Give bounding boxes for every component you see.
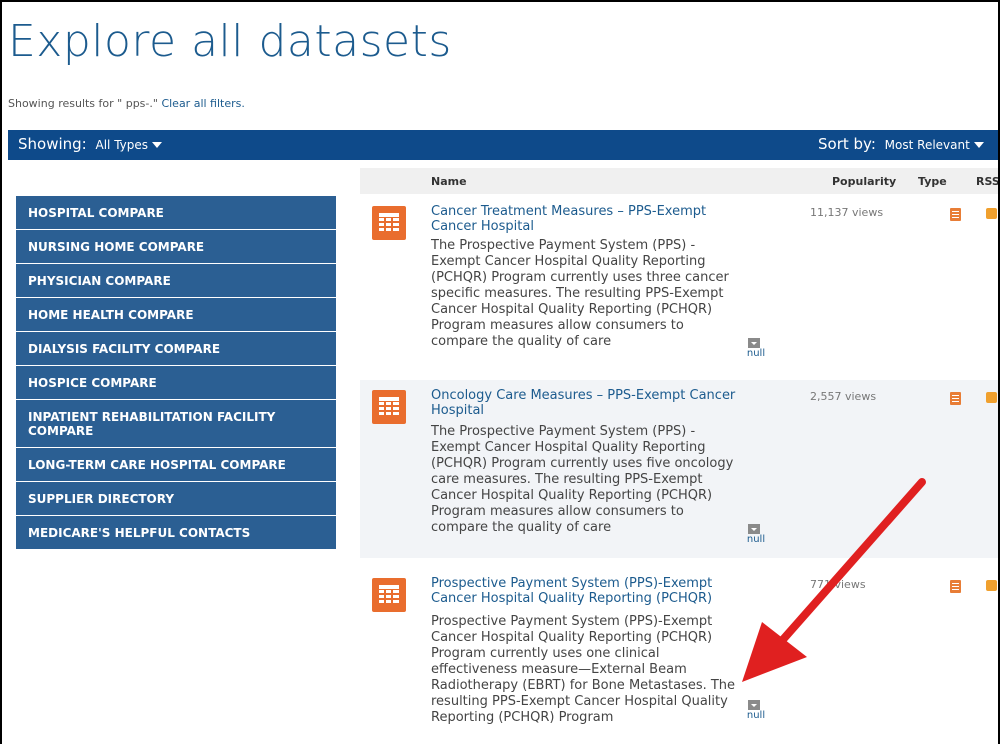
sidebar-item-hospital-compare[interactable]: HOSPITAL COMPARE: [16, 196, 336, 230]
table-grid-icon: [372, 578, 406, 612]
null-label: null: [746, 710, 766, 721]
null-label: null: [746, 348, 766, 359]
dataset-title-link[interactable]: Cancer Treatment Measures – PPS-Exempt C…: [431, 204, 751, 234]
column-type[interactable]: Type: [918, 175, 947, 188]
dataset-row: Cancer Treatment Measures – PPS-Exempt C…: [360, 196, 998, 380]
type-filter-label: Showing:: [18, 135, 87, 153]
category-sidebar: HOSPITAL COMPARE NURSING HOME COMPARE PH…: [16, 196, 336, 550]
chevron-down-icon[interactable]: [152, 141, 163, 148]
sidebar-item-dialysis-facility-compare[interactable]: DIALYSIS FACILITY COMPARE: [16, 332, 336, 366]
sidebar-item-supplier-directory[interactable]: SUPPLIER DIRECTORY: [16, 482, 336, 516]
results-table-header: Name Popularity Type RSS: [360, 168, 998, 194]
sort-label: Sort by:: [818, 135, 876, 153]
sidebar-item-physician-compare[interactable]: PHYSICIAN COMPARE: [16, 264, 336, 298]
dataset-views: 11,137 views: [810, 206, 884, 219]
column-popularity[interactable]: Popularity: [832, 175, 896, 188]
rss-icon[interactable]: [986, 208, 997, 219]
chevron-down-icon[interactable]: [973, 141, 984, 148]
table-grid-icon: [372, 390, 406, 424]
results-summary: Showing results for " pps-." Clear all f…: [8, 97, 245, 110]
dataset-null-dropdown[interactable]: null: [744, 700, 768, 721]
dataset-views: 2,557 views: [810, 390, 877, 403]
dataset-description: Prospective Payment System (PPS)-Exempt …: [431, 614, 736, 725]
sidebar-item-long-term-care[interactable]: LONG-TERM CARE HOSPITAL COMPARE: [16, 448, 336, 482]
document-icon: [950, 208, 961, 221]
dataset-description: The Prospective Payment System (PPS) -Ex…: [431, 424, 734, 535]
sidebar-item-nursing-home-compare[interactable]: NURSING HOME COMPARE: [16, 230, 336, 264]
results-toolbar: Showing: All Types Sort by: Most Relevan…: [8, 130, 998, 160]
dataset-title-link[interactable]: Prospective Payment System (PPS)-Exempt …: [431, 576, 751, 606]
document-icon: [950, 580, 961, 593]
annotation-arrow: [742, 478, 926, 682]
sidebar-item-helpful-contacts[interactable]: MEDICARE'S HELPFUL CONTACTS: [16, 516, 336, 550]
dataset-null-dropdown[interactable]: null: [744, 338, 768, 359]
dataset-title-link[interactable]: Oncology Care Measures – PPS-Exempt Canc…: [431, 388, 751, 418]
rss-icon[interactable]: [986, 392, 997, 403]
sidebar-item-home-health-compare[interactable]: HOME HEALTH COMPARE: [16, 298, 336, 332]
sidebar-item-inpatient-rehabilitation[interactable]: INPATIENT REHABILITATION FACILITY COMPAR…: [16, 400, 336, 448]
column-name[interactable]: Name: [431, 175, 467, 188]
column-rss[interactable]: RSS: [976, 175, 998, 188]
dataset-description: The Prospective Payment System (PPS) -Ex…: [431, 238, 729, 349]
type-filter-value[interactable]: All Types: [96, 138, 149, 152]
results-query-text: Showing results for " pps-.": [8, 97, 158, 110]
page-frame: Explore all datasets Showing results for…: [0, 0, 1000, 744]
dropdown-icon[interactable]: [748, 700, 760, 710]
rss-icon[interactable]: [986, 580, 997, 591]
type-filter[interactable]: Showing: All Types: [18, 135, 163, 153]
arrow-head: [742, 622, 807, 682]
page-title: Explore all datasets: [8, 16, 452, 67]
sort-value[interactable]: Most Relevant: [885, 138, 970, 152]
arrow-shaft: [768, 478, 926, 656]
sort-control[interactable]: Sort by: Most Relevant: [818, 135, 984, 153]
clear-filters-link[interactable]: Clear all filters.: [161, 97, 244, 110]
document-icon: [950, 392, 961, 405]
sidebar-item-hospice-compare[interactable]: HOSPICE COMPARE: [16, 366, 336, 400]
dropdown-icon[interactable]: [748, 338, 760, 348]
table-grid-icon: [372, 206, 406, 240]
